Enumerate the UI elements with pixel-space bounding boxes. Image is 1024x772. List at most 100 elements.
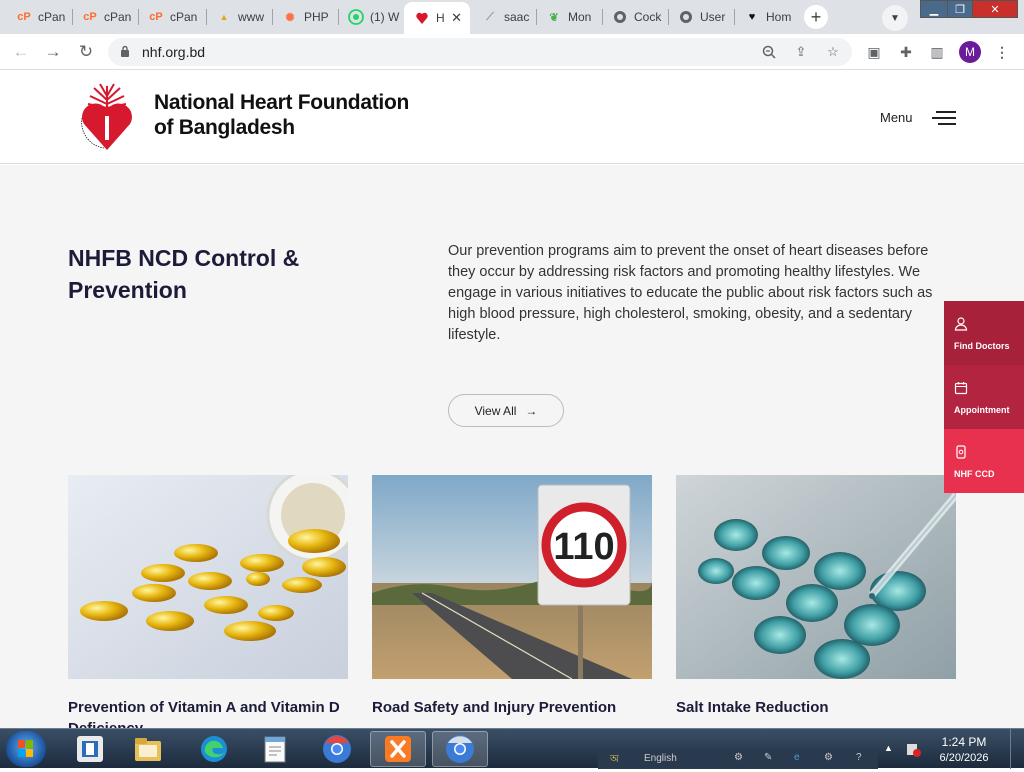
taskbar-app[interactable]: [62, 731, 118, 767]
zoom-icon[interactable]: [760, 43, 778, 61]
program-card[interactable]: 110 Road Safety and Injury Prevention: [372, 475, 652, 718]
pma-icon: ▲: [219, 12, 229, 22]
browser-tab[interactable]: ❦ Mon: [536, 4, 600, 30]
main-content: NHFB NCD Control & Prevention Our preven…: [0, 165, 1024, 728]
notepad-icon: [264, 736, 286, 763]
help-icon[interactable]: ?: [856, 752, 862, 763]
nhf-logo[interactable]: [78, 82, 136, 152]
doctor-icon: [954, 317, 968, 331]
show-desktop-button[interactable]: [1010, 729, 1024, 769]
url-text: nhf.org.bd: [142, 44, 206, 60]
speed-limit-text: 110: [553, 526, 614, 568]
tray-icon[interactable]: ⚙: [824, 752, 833, 763]
side-panel-icon[interactable]: ▥: [927, 42, 947, 62]
browser-tab[interactable]: User: [668, 4, 732, 30]
xampp-icon: [385, 736, 411, 762]
vitamin-capsules-image[interactable]: [68, 475, 348, 679]
extension-icon[interactable]: ▣: [864, 42, 884, 62]
more-menu-icon[interactable]: ⋮: [992, 42, 1012, 62]
taskbar-app[interactable]: [120, 731, 176, 767]
chart-icon: ⟋: [486, 10, 494, 23]
lab-pipette-image[interactable]: [676, 475, 956, 679]
globe-icon: [612, 9, 628, 25]
tab-search-button[interactable]: ▼: [882, 5, 908, 31]
cpanel-icon: cP: [17, 11, 31, 23]
calendar-icon: [954, 382, 968, 395]
show-hidden-icons-icon[interactable]: ▲: [884, 743, 893, 753]
organization-name[interactable]: National Heart Foundation of Bangladesh: [154, 90, 409, 140]
back-button[interactable]: ←: [9, 40, 33, 64]
globe-icon: [678, 9, 694, 25]
mobile-icon: [956, 445, 966, 459]
taskbar-app[interactable]: [309, 731, 365, 767]
browser-tab[interactable]: ♥ Hom: [734, 4, 798, 30]
minimize-button[interactable]: ▁: [920, 0, 948, 18]
chrome-icon: [323, 735, 351, 763]
edge-icon: [201, 736, 227, 762]
browser-tab[interactable]: (1) W: [338, 4, 402, 30]
new-tab-button[interactable]: +: [804, 5, 828, 29]
file-explorer-icon: [135, 738, 161, 761]
windows-logo-icon: [18, 740, 33, 757]
find-doctors-button[interactable]: Find Doctors: [944, 301, 1024, 365]
browser-tab-active[interactable]: H ✕: [404, 2, 470, 34]
section-description: Our prevention programs aim to prevent t…: [448, 243, 933, 343]
browser-tab[interactable]: ⟋ saac: [472, 4, 534, 30]
php-icon: ✺: [285, 11, 295, 24]
card-title[interactable]: Prevention of Vitamin A and Vitamin D De…: [68, 697, 348, 728]
site-header: National Heart Foundation of Bangladesh …: [0, 70, 1024, 164]
whatsapp-icon: [348, 9, 364, 25]
clock-time[interactable]: 1:24 PM: [936, 735, 992, 749]
window-switcher-icon: [77, 736, 103, 762]
close-tab-icon[interactable]: ✕: [451, 10, 462, 26]
language-bar[interactable]: অ English ⚙ ✎ e ⚙ ?: [598, 749, 878, 769]
start-button[interactable]: [6, 731, 46, 767]
browser-tab[interactable]: cP cPan: [6, 4, 70, 30]
mongodb-icon: ❦: [549, 11, 559, 24]
tray-icon[interactable]: ✎: [764, 752, 772, 763]
lock-icon: [121, 45, 129, 57]
cpanel-icon: cP: [83, 11, 97, 23]
ie-icon[interactable]: e: [794, 752, 800, 763]
arrow-right-icon: →: [525, 403, 538, 418]
forward-button[interactable]: →: [41, 40, 65, 64]
restore-button[interactable]: ❐: [947, 0, 973, 18]
appointment-button[interactable]: Appointment: [944, 365, 1024, 429]
speed-sign-image[interactable]: 110: [372, 475, 652, 679]
card-title[interactable]: Salt Intake Reduction: [676, 697, 956, 718]
puzzle-extensions-icon[interactable]: ✚: [896, 42, 916, 62]
program-card[interactable]: Prevention of Vitamin A and Vitamin D De…: [68, 475, 348, 728]
tray-icon[interactable]: ⚙: [734, 752, 743, 763]
windows-taskbar: অ English ⚙ ✎ e ⚙ ? ▲ 1:24 PM 6/20/2026: [0, 728, 1024, 769]
nhf-ccd-button[interactable]: NHF CCD: [944, 429, 1024, 493]
window-close-button[interactable]: ✕: [972, 0, 1018, 18]
browser-tab[interactable]: ▲ www: [206, 4, 270, 30]
address-bar[interactable]: nhf.org.bd ⇪ ☆: [108, 38, 852, 66]
taskbar-app[interactable]: [247, 731, 303, 767]
program-card[interactable]: Salt Intake Reduction: [676, 475, 956, 718]
browser-toolbar: ← → ↻ nhf.org.bd ⇪ ☆ ▣ ✚ ▥ M ⋮: [0, 34, 1024, 70]
menu-label[interactable]: Menu: [880, 110, 913, 125]
reload-button[interactable]: ↻: [74, 40, 98, 64]
profile-avatar[interactable]: M: [959, 41, 981, 63]
action-center-icon[interactable]: [905, 741, 921, 757]
clock-date[interactable]: 6/20/2026: [932, 752, 996, 764]
browser-tab[interactable]: cP cPan: [138, 4, 204, 30]
bookmark-star-icon[interactable]: ☆: [824, 43, 842, 61]
keyboard-layout-icon: অ: [610, 754, 619, 765]
card-title[interactable]: Road Safety and Injury Prevention: [372, 697, 652, 718]
browser-tab[interactable]: Cock: [602, 4, 666, 30]
heart-logo-icon: [414, 10, 430, 26]
browser-tab[interactable]: ✺ PHP: [272, 4, 336, 30]
browser-tab-bar: cP cPan cP cPan cP cPan ▲ www ✺ PHP (1) …: [0, 0, 1024, 34]
chrome-icon: [446, 735, 474, 763]
taskbar-app[interactable]: [186, 731, 242, 767]
taskbar-app[interactable]: [432, 731, 488, 767]
hamburger-menu-icon[interactable]: [932, 110, 956, 126]
browser-tab[interactable]: cP cPan: [72, 4, 136, 30]
section-title: NHFB NCD Control & Prevention: [68, 245, 300, 303]
share-icon[interactable]: ⇪: [792, 43, 810, 61]
taskbar-app[interactable]: [370, 731, 426, 767]
view-all-button[interactable]: View All →: [448, 394, 564, 427]
cpanel-icon: cP: [149, 11, 163, 23]
